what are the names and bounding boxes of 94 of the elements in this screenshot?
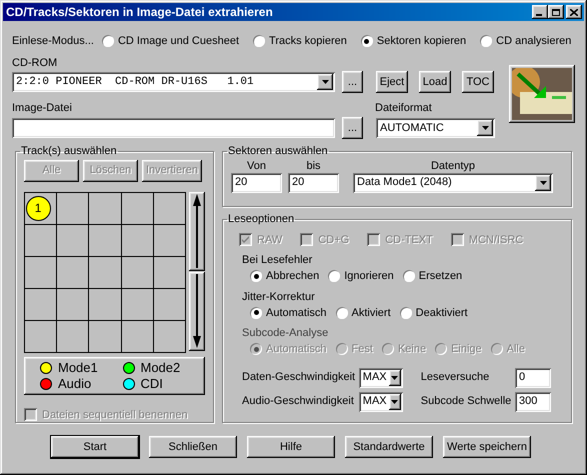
grid-cell[interactable] (89, 288, 122, 320)
datatype-label: Datentyp (430, 160, 476, 172)
grid-cell[interactable] (25, 320, 58, 352)
dialog-button[interactable]: Werte speichern (443, 436, 531, 458)
maximize-icon (552, 8, 560, 16)
grid-cell[interactable] (154, 288, 186, 320)
radio-option[interactable]: Ersetzen (402, 268, 462, 284)
minimize-button[interactable] (532, 5, 548, 19)
image-file-field[interactable] (12, 118, 335, 138)
option-field[interactable]: 0 (515, 368, 551, 388)
group-title: Leseoptionen (227, 212, 296, 227)
option-group-label: Bei Lesefehler (242, 253, 312, 267)
grid-cell[interactable] (154, 224, 186, 256)
radio-option[interactable]: Tracks kopieren (253, 32, 347, 50)
grid-cell[interactable] (25, 288, 58, 320)
grid-cell[interactable] (122, 256, 154, 288)
grid-cell[interactable]: 1 (25, 192, 58, 224)
dropdown-arrow-icon (391, 376, 398, 380)
drive-button[interactable]: Load (419, 71, 451, 93)
dialog-button[interactable]: Start (51, 436, 139, 458)
image-file-label: Image-Datei (12, 102, 72, 114)
speed-dropdown[interactable]: MAX (358, 368, 403, 388)
track-marker[interactable]: 1 (26, 196, 51, 220)
legend-label: Audio (58, 376, 92, 390)
dropdown-arrow-icon (391, 400, 398, 404)
dropdown-arrow-icon (322, 80, 328, 84)
legend-label: CDI (140, 376, 163, 390)
group-title: Track(s) auswählen (20, 144, 118, 159)
dialog-button[interactable]: Schließen (149, 436, 237, 458)
close-icon (570, 8, 578, 16)
grid-cell[interactable] (89, 192, 122, 224)
grid-cell[interactable] (122, 288, 154, 320)
dialog-button[interactable]: Standardwerte (345, 436, 433, 458)
grid-cell[interactable] (25, 256, 58, 288)
sector-field[interactable]: 20 (231, 172, 282, 192)
legend-label: Mode1 (58, 360, 98, 374)
window-title: CD/Tracks/Sektoren in Image-Datei extrahieren (6, 4, 274, 21)
grid-cell[interactable] (122, 192, 154, 224)
sector-field[interactable]: 20 (288, 172, 339, 192)
scroll-down-button[interactable] (189, 272, 205, 350)
browse-button[interactable]: ... (342, 117, 363, 139)
drive-button[interactable]: TOC (462, 71, 494, 93)
group-title: Sektoren auswählen (227, 144, 329, 159)
grid-cell[interactable] (122, 224, 154, 256)
grid-cell[interactable] (57, 288, 90, 320)
radio-option[interactable]: Abbrechen (250, 268, 320, 284)
radio-option[interactable]: Ignorieren (328, 268, 394, 284)
checkmark-icon (241, 235, 250, 244)
dropdown-arrow-icon (540, 180, 546, 184)
legend-label: Mode2 (140, 360, 180, 374)
arrow-down-icon (193, 274, 201, 348)
grid-cell[interactable] (57, 320, 90, 352)
grid-cell[interactable] (154, 320, 186, 352)
dialog-button[interactable]: Hilfe (247, 436, 335, 458)
scroll-up-button[interactable] (189, 192, 205, 270)
option-label: Leseversuche (420, 370, 490, 386)
speed-dropdown[interactable]: MAX (358, 392, 403, 412)
grid-cell[interactable] (57, 224, 90, 256)
grid-cell[interactable] (57, 256, 90, 288)
grid-cell[interactable] (57, 192, 90, 224)
grid-cell[interactable] (122, 320, 154, 352)
radio-option[interactable]: Deaktiviert (400, 304, 468, 321)
option-label: Subcode Schwelle (420, 394, 512, 410)
drive-button[interactable]: Eject (376, 71, 408, 93)
radio-option[interactable]: Sektoren kopieren (360, 32, 466, 50)
browse-button[interactable]: ... (342, 71, 363, 93)
range-label: bis (306, 160, 321, 172)
arrow-up-icon (193, 194, 201, 268)
grid-cell[interactable] (154, 192, 186, 224)
grid-cell[interactable] (89, 320, 122, 352)
range-label: Von (247, 160, 266, 172)
cd-drive-icon (512, 68, 572, 120)
cdrom-dropdown[interactable]: 2:2:0 PIONEER CD-ROM DR-U16S 1.01 (12, 72, 335, 92)
maximize-button[interactable] (548, 5, 564, 19)
option-label: Audio-Geschwindigkeit (242, 394, 354, 410)
close-button[interactable] (566, 5, 582, 19)
radio-option[interactable]: CD analysieren (480, 32, 572, 50)
radio-option[interactable]: Automatisch (250, 304, 327, 321)
radio-option[interactable]: CD Image und Cuesheet (102, 32, 240, 50)
dropdown-arrow-icon (482, 126, 488, 130)
mode-label: Einlese-Modus... (12, 34, 94, 49)
file-format-dropdown[interactable]: AUTOMATIC (376, 118, 495, 138)
grid-cell[interactable] (89, 256, 122, 288)
option-field[interactable]: 300 (515, 392, 551, 412)
file-format-label: Dateiformat (375, 101, 432, 115)
grid-cell[interactable] (25, 224, 58, 256)
option-group-label: Subcode-Analyse (242, 326, 328, 340)
grid-cell[interactable] (154, 256, 186, 288)
option-group-label: Jitter-Korrektur (242, 290, 315, 304)
datatype-dropdown[interactable]: Data Mode1 (2048) (353, 172, 553, 192)
radio-option[interactable]: Aktiviert (336, 304, 391, 321)
option-label: Daten-Geschwindigkeit (242, 370, 356, 386)
cdrom-label: CD-ROM (12, 56, 58, 69)
grid-cell[interactable] (89, 224, 122, 256)
